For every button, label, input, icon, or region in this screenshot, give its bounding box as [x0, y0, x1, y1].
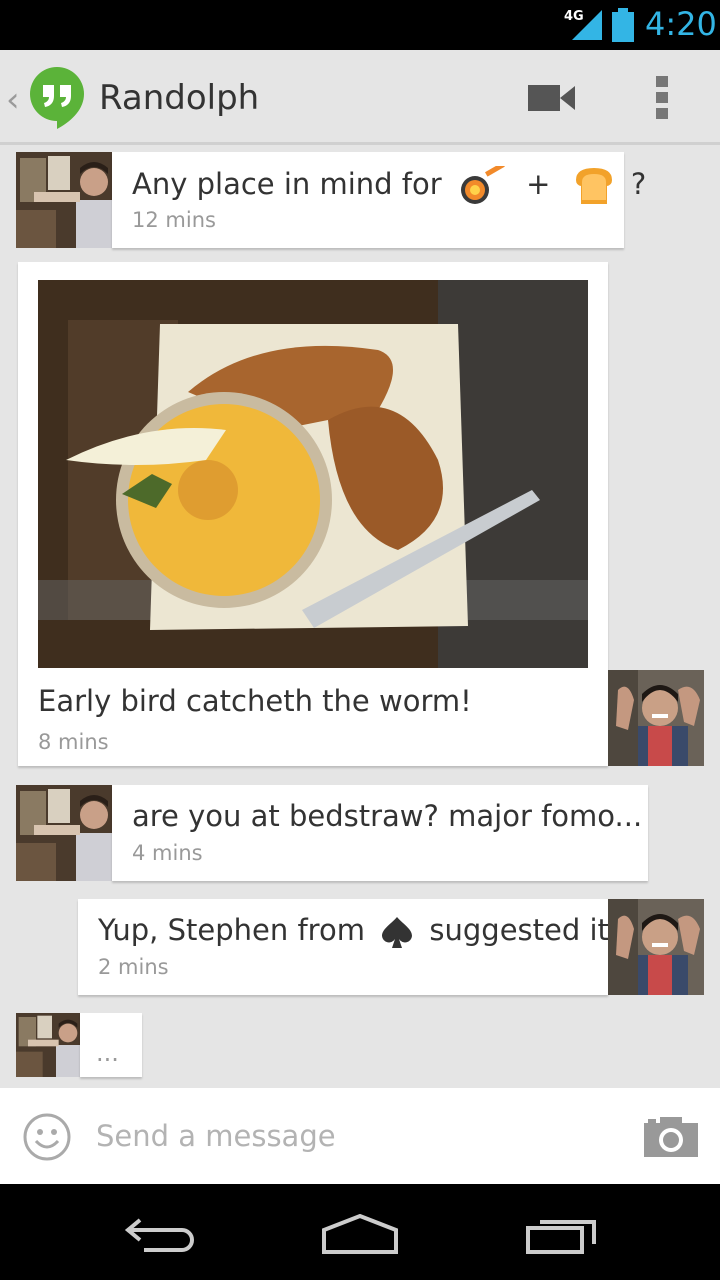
recent-apps-icon[interactable]	[526, 1214, 598, 1254]
plus-sign: +	[526, 167, 551, 201]
message-text: are you at bedstraw? major fomo...	[132, 799, 643, 833]
contact-name[interactable]: Randolph	[99, 78, 259, 118]
message-timestamp: 2 mins	[98, 955, 169, 979]
typing-indicator: ...	[80, 1013, 142, 1077]
food-photo[interactable]	[38, 280, 588, 668]
message-timestamp: 4 mins	[132, 841, 203, 865]
message-text: Any place in mind for + ?	[132, 166, 646, 206]
spade-icon	[382, 917, 413, 948]
avatar-randolph-small[interactable]	[16, 1013, 80, 1077]
question-mark: ?	[630, 167, 647, 201]
message-bubble[interactable]: are you at bedstraw? major fomo... 4 min…	[112, 785, 648, 881]
message-text-part: Any place in mind for	[132, 167, 442, 201]
toast-icon	[575, 168, 612, 204]
message-bubble[interactable]: Any place in mind for + ? 12 mins	[112, 152, 646, 248]
message-bubble[interactable]: Yup, Stephen from suggested it 2 mins	[78, 899, 609, 995]
clock: 4:20	[645, 5, 717, 43]
avatar-self[interactable]	[608, 670, 704, 766]
navigation-bar	[0, 1184, 720, 1280]
typing-dots: ...	[96, 1039, 119, 1067]
action-bar: ‹ Randolph	[0, 50, 720, 145]
overflow-menu-icon[interactable]	[656, 76, 668, 120]
avatar-randolph[interactable]	[16, 785, 112, 881]
emoji-icon[interactable]	[22, 1112, 72, 1162]
signal-icon	[572, 10, 602, 40]
photo-message-bubble[interactable]: Early bird catcheth the worm! 8 mins	[18, 262, 608, 766]
up-navigation-icon[interactable]: ‹	[6, 80, 20, 120]
battery-icon	[612, 8, 634, 42]
video-call-icon[interactable]	[528, 83, 576, 113]
back-icon[interactable]	[124, 1214, 194, 1254]
message-text: Yup, Stephen from suggested it	[98, 913, 609, 949]
message-timestamp: 12 mins	[132, 208, 216, 232]
message-text: Early bird catcheth the worm!	[38, 684, 472, 718]
camera-icon[interactable]	[644, 1115, 698, 1157]
hangouts-app-icon[interactable]	[28, 65, 86, 131]
message-input[interactable]	[96, 1116, 616, 1156]
message-timestamp: 8 mins	[38, 730, 109, 754]
message-text-part: Yup, Stephen from	[98, 913, 365, 947]
avatar-randolph[interactable]	[16, 152, 112, 248]
avatar-self[interactable]	[608, 899, 704, 995]
home-icon[interactable]	[322, 1214, 398, 1254]
frying-pan-egg-icon	[460, 166, 505, 204]
compose-bar	[0, 1088, 720, 1184]
message-text-part: suggested it	[429, 913, 609, 947]
status-bar: 4G 4:20	[0, 0, 720, 50]
